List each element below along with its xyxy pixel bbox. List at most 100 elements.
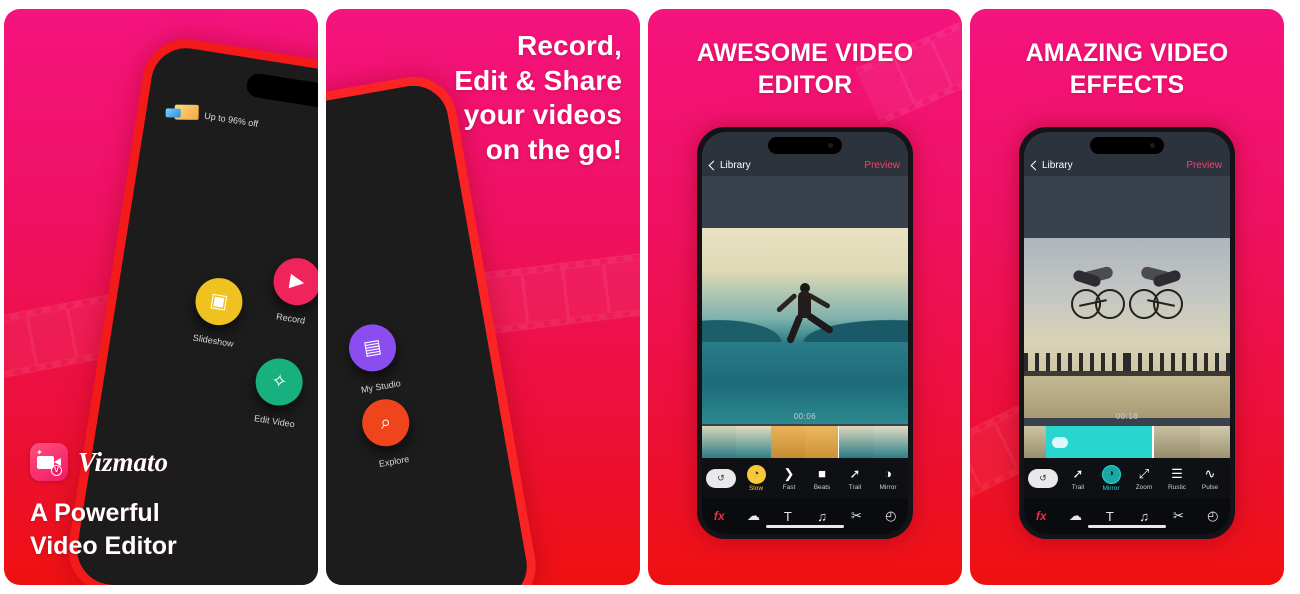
runner-icon: ➚ [849, 466, 861, 481]
pulse-icon: ∿ [1204, 466, 1216, 481]
undo-icon[interactable]: ↺ [706, 468, 736, 488]
phone-mockup-editor: Library Preview [1019, 127, 1235, 539]
preview-button[interactable]: Preview [864, 160, 900, 171]
timecode-display: 00:06 [793, 412, 817, 421]
music-icon[interactable]: ♫ [1127, 509, 1161, 524]
undo-icon[interactable]: ↺ [1028, 468, 1058, 488]
slideshow-icon: ▣ [208, 289, 230, 314]
panel-branding[interactable]: Up to 96% off ▶ Record ▣ Slideshow ✧ Edi… [4, 9, 318, 585]
effect-label: Beats [813, 483, 831, 491]
timecode-display: 00:18 [1115, 412, 1139, 421]
effect-trail[interactable]: ➚ Trail [1062, 466, 1094, 491]
music-icon[interactable]: ♫ [805, 509, 839, 524]
effect-label: Rustic [1167, 483, 1187, 491]
dynamic-island [1090, 137, 1164, 154]
back-to-library-button[interactable]: Library [1030, 160, 1073, 171]
tile-slideshow[interactable]: ▣ [192, 274, 246, 329]
fx-icon[interactable]: fx [1024, 509, 1058, 523]
rabbit-icon: ❯ [783, 466, 795, 481]
tile-explore[interactable]: ⌕ [358, 395, 413, 450]
playhead[interactable] [837, 426, 840, 458]
promo-banner[interactable]: Up to 96% off [174, 103, 260, 131]
edit-video-icon: ✧ [269, 370, 289, 394]
tile-record-label: Record [275, 311, 306, 326]
phone-mockup-editor: Library Preview [697, 127, 913, 539]
timeline-clip[interactable] [770, 426, 805, 458]
runner-icon: ➚ [1072, 466, 1084, 481]
effect-beats[interactable]: ■ Beats [806, 466, 838, 491]
effect-trail[interactable]: ➚ Trail [839, 466, 871, 491]
effect-mirror[interactable]: ◑ Mirror [872, 466, 904, 491]
fx-icon[interactable]: fx [702, 509, 736, 523]
timeline-clip-selected[interactable] [1046, 426, 1154, 458]
video-camera-icon: ▶ [288, 270, 306, 294]
speed-icon[interactable]: ◴ [1196, 508, 1230, 524]
video-preview-area[interactable]: 00:18 [1024, 176, 1230, 426]
clip-effect-badge [1052, 436, 1068, 448]
video-preview-area[interactable]: 00:06 [702, 176, 908, 426]
back-label: Library [1042, 160, 1073, 171]
timeline-clip[interactable] [839, 426, 874, 458]
effect-slow[interactable]: ◔ Slow [740, 464, 772, 492]
dancer-silhouette [775, 279, 834, 347]
effects-row[interactable]: ↺ ➚ Trail ◑ Mirror ⤢ Zoom ☰ Rustic ∿ Pul… [1024, 458, 1230, 498]
effect-label: Pulse [1201, 483, 1219, 491]
speed-icon[interactable]: ◴ [874, 508, 908, 524]
home-indicator [1088, 525, 1166, 528]
bmx-half-left [1024, 238, 1127, 418]
mirror-icon: ◑ [884, 466, 892, 481]
tile-my-studio[interactable]: ▤ [345, 320, 400, 376]
crop-icon[interactable]: ✂ [1161, 508, 1195, 524]
editor-screen: Library Preview [1024, 132, 1230, 534]
timeline-clip[interactable] [804, 426, 840, 458]
back-label: Library [720, 160, 751, 171]
panel-record-edit-share[interactable]: ⚙ ▤ My Studio ⌕ Explore eo Record, Edit … [326, 9, 640, 585]
filter-icon[interactable]: ☁ [1058, 508, 1092, 524]
dynamic-island [245, 71, 318, 111]
dynamic-island [768, 137, 842, 154]
timeline-clip[interactable] [702, 426, 737, 458]
timeline-filmstrip[interactable] [1024, 426, 1230, 458]
timeline-clip[interactable] [873, 426, 908, 458]
panel-headline: AWESOME VIDEO EDITOR [696, 39, 914, 99]
tool-row[interactable]: fx ☁ T ♫ ✂ ◴ [702, 498, 908, 534]
effect-rustic[interactable]: ☰ Rustic [1161, 466, 1193, 491]
crop-icon[interactable]: ✂ [839, 508, 873, 524]
search-icon: ⌕ [378, 411, 393, 434]
preview-button[interactable]: Preview [1186, 160, 1222, 171]
timeline-filmstrip[interactable] [702, 426, 908, 458]
tile-edit-video[interactable]: ✧ [252, 355, 307, 409]
panel-amazing-effects[interactable]: AMAZING VIDEO EFFECTS Library Preview 00… [970, 9, 1284, 585]
timeline-clip[interactable] [1154, 426, 1200, 458]
timeline-clip[interactable] [1200, 426, 1230, 458]
effects-row[interactable]: ↺ ◔ Slow ❯ Fast ■ Beats ➚ Trail ◑ Mirror [702, 458, 908, 498]
effect-label: Mirror [879, 483, 897, 491]
panel-awesome-editor[interactable]: AWESOME VIDEO EDITOR Library Preview 00:… [648, 9, 962, 585]
scene-bmx-mirror [1024, 238, 1230, 418]
ticket-icon [174, 104, 199, 120]
text-icon[interactable]: T [771, 509, 805, 524]
home-indicator [766, 525, 844, 528]
effect-mirror[interactable]: ◑ Mirror [1095, 464, 1127, 492]
tile-explore-label: Explore [378, 453, 410, 469]
effect-pulse[interactable]: ∿ Pulse [1194, 466, 1226, 491]
tool-row[interactable]: fx ☁ T ♫ ✂ ◴ [1024, 498, 1230, 534]
filter-icon[interactable]: ☁ [736, 508, 770, 524]
beats-icon: ■ [818, 466, 826, 481]
mirror-icon: ◑ [1101, 464, 1121, 484]
back-to-library-button[interactable]: Library [708, 160, 751, 171]
brand-tagline: A Powerful Video Editor [30, 499, 177, 560]
effect-fast[interactable]: ❯ Fast [773, 466, 805, 491]
brand-block: ✦ V Vizmato A Powerful Video Editor [30, 443, 177, 563]
tile-record[interactable]: ▶ [270, 254, 318, 309]
editor-screen: Library Preview [702, 132, 908, 534]
timeline-clip[interactable] [1024, 426, 1046, 458]
effect-zoom[interactable]: ⤢ Zoom [1128, 466, 1160, 491]
bmx-half-right [1127, 238, 1230, 418]
effect-label: Zoom [1135, 483, 1153, 491]
effect-label: Trail [1071, 483, 1085, 491]
text-icon[interactable]: T [1093, 509, 1127, 524]
playhead[interactable] [1152, 426, 1154, 458]
timeline-clip[interactable] [736, 426, 771, 458]
app-store-screenshot-gallery: Up to 96% off ▶ Record ▣ Slideshow ✧ Edi… [0, 0, 1300, 594]
